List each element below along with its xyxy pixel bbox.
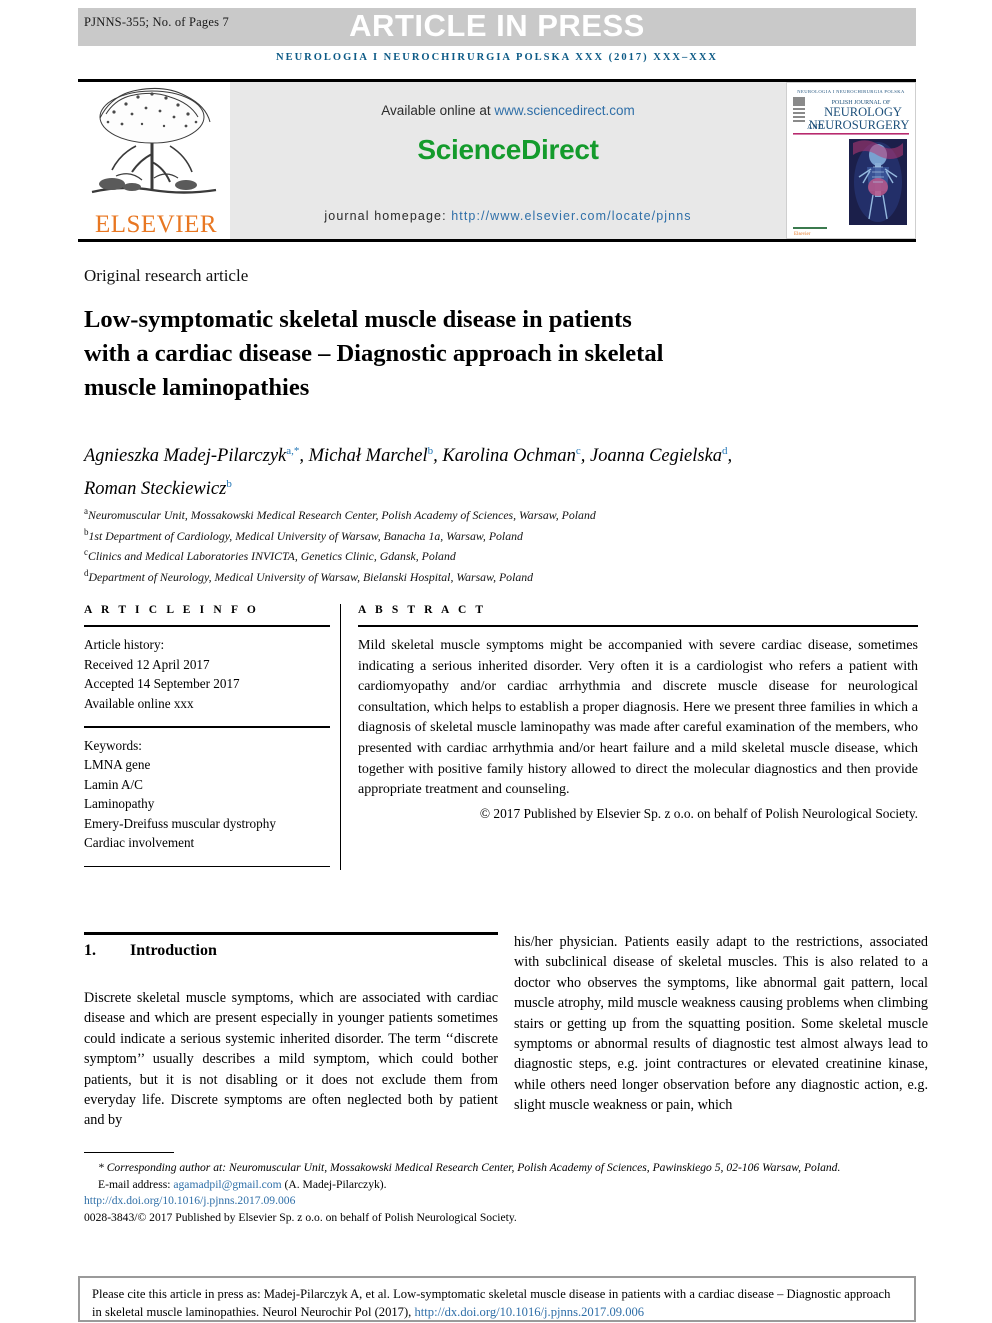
journal-cover-thumbnail: NEUROLOGIA I NEUROCHIRURGIA POLSKA POLIS…: [786, 82, 916, 239]
available-online-date: Available online xxx: [84, 695, 194, 711]
body-column-right: his/her physician. Patients easily adapt…: [514, 934, 928, 1114]
svg-text:Elsevier: Elsevier: [794, 232, 811, 237]
abstract-column: A B S T R A C T Mild skeletal muscle sym…: [358, 604, 918, 824]
journal-running-head: NEUROLOGIA I NEUROCHIRURGIA POLSKA XXX (…: [275, 52, 719, 63]
article-history-label: Article history:: [84, 637, 165, 652]
doi-line[interactable]: http://dx.doi.org/10.1016/j.pjnns.2017.0…: [84, 1193, 924, 1210]
article-in-press-label: ARTICLE IN PRESS: [349, 8, 645, 43]
received-date: Received 12 April 2017: [84, 656, 210, 672]
sciencedirect-url-link[interactable]: www.sciencedirect.com: [494, 103, 634, 118]
affiliation-item: b1st Department of Cardiology, Medical U…: [84, 524, 844, 545]
email-link[interactable]: agamadpil@gmail.com: [173, 1178, 281, 1191]
abstract-copyright: © 2017 Published by Elsevier Sp. z o.o. …: [479, 805, 918, 821]
article-history-block: Article history: Received 12 April 2017 …: [84, 627, 330, 713]
keywords-block: Keywords: LMNA gene Lamin A/C Laminopath…: [84, 728, 330, 853]
author-affiliation-mark: d: [722, 445, 728, 457]
author-affiliation-mark: c: [575, 445, 581, 457]
affiliation-text: 1st Department of Cardiology, Medical Un…: [88, 528, 523, 543]
abstract-text: Mild skeletal muscle symptoms might be a…: [358, 638, 918, 798]
article-type-label: Original research article: [84, 266, 249, 285]
journal-homepage-line: journal homepage: http://www.elsevier.co…: [230, 209, 786, 223]
affiliation-text: Department of Neurology, Medical Univers…: [88, 570, 534, 585]
page-title: Low-symptomatic skeletal muscle disease …: [84, 306, 664, 401]
affiliation-item: dDepartment of Neurology, Medical Univer…: [84, 565, 844, 586]
available-online-line: Available online at www.sciencedirect.co…: [230, 103, 786, 118]
corresponding-author-note: * Corresponding author at: Neuromuscular…: [84, 1160, 924, 1177]
affiliation-item: aNeuromuscular Unit, Mossakowski Medical…: [84, 503, 844, 524]
issn-copyright-line: 0028-3843/© 2017 Published by Elsevier S…: [84, 1210, 517, 1224]
author-affiliation-mark: a,*: [286, 445, 300, 457]
article-info-column: A R T I C L E I N F O Article history: R…: [84, 604, 330, 868]
affiliation-list: aNeuromuscular Unit, Mossakowski Medical…: [84, 503, 844, 586]
corresponding-author-text: Corresponding author at: Neuromuscular U…: [106, 1161, 841, 1174]
section-heading-introduction: 1. Introduction: [84, 942, 217, 960]
citation-doi-link[interactable]: http://dx.doi.org/10.1016/j.pjnns.2017.0…: [414, 1305, 644, 1319]
author-list: Agnieszka Madej-Pilarczyka,*, Michał Mar…: [84, 445, 733, 500]
keyword-item: Lamin A/C: [84, 776, 143, 792]
citation-notice-box: Please cite this article in press as: Ma…: [78, 1276, 916, 1322]
svg-text:NEUROSURGERY: NEUROSURGERY: [809, 118, 910, 132]
email-label: E-mail address:: [98, 1177, 171, 1191]
section-top-rule: [84, 932, 498, 935]
abstract-heading: A B S T R A C T: [358, 604, 487, 616]
author-name: Agnieszka Madej-Pilarczyk: [84, 446, 287, 467]
email-note: E-mail address: agamadpil@gmail.com (A. …: [84, 1177, 924, 1194]
journal-homepage-label: journal homepage:: [324, 209, 447, 223]
author-affiliation-mark: b: [427, 445, 434, 457]
svg-text:NEUROLOGIA I NEUROCHIRURGIA PO: NEUROLOGIA I NEUROCHIRURGIA POLSKA: [797, 89, 905, 94]
section-number: 1.: [84, 942, 96, 959]
elsevier-wordmark: ELSEVIER: [94, 211, 218, 238]
article-first-page: PJNNS-355; No. of Pages 7 ARTICLE IN PRE…: [0, 0, 992, 1323]
keywords-label: Keywords:: [84, 737, 142, 753]
elsevier-logo: ELSEVIER: [78, 82, 230, 239]
masthead-bottom-rule: [78, 239, 916, 242]
journal-homepage-link[interactable]: http://www.elsevier.com/locate/pjnns: [451, 209, 691, 223]
affiliation-text: Clinics and Medical Laboratories INVICTA…: [88, 549, 456, 564]
article-in-press-band: PJNNS-355; No. of Pages 7 ARTICLE IN PRE…: [78, 8, 916, 46]
available-online-label: Available online at: [381, 103, 491, 118]
keyword-item: Laminopathy: [84, 796, 155, 812]
section-title: Introduction: [130, 942, 217, 959]
accepted-date: Accepted 14 September 2017: [84, 676, 240, 691]
author-affiliation-mark: b: [226, 478, 232, 491]
author-name: Joanna Cegielska: [590, 446, 723, 467]
keyword-item: Emery-Dreifuss muscular dystrophy: [84, 815, 276, 831]
journal-cover-image: NEUROLOGIA I NEUROCHIRURGIA POLSKA POLIS…: [787, 83, 915, 238]
footnote-block: * Corresponding author at: Neuromuscular…: [84, 1160, 924, 1226]
affiliation-text: Neuromuscular Unit, Mossakowski Medical …: [88, 507, 596, 522]
svg-text:NEUROLOGY: NEUROLOGY: [824, 105, 902, 119]
keyword-item: Cardiac involvement: [84, 835, 195, 851]
footnote-rule: [84, 1152, 174, 1154]
author-name: Michał Marchel: [308, 446, 428, 467]
author-name: Karolina Ochman: [442, 446, 576, 467]
elsevier-tree-icon: [91, 88, 217, 194]
keyword-item: LMNA gene: [84, 757, 151, 773]
email-owner: (A. Madej-Pilarczyk).: [284, 1177, 387, 1191]
journal-masthead: ELSEVIER Available online at www.science…: [78, 82, 916, 239]
sciencedirect-logo[interactable]: ScienceDirect: [230, 134, 786, 166]
article-info-heading: A R T I C L E I N F O: [84, 604, 259, 616]
body-column-left: Discrete skeletal muscle symptoms, which…: [84, 990, 498, 1129]
sciencedirect-panel: Available online at www.sciencedirect.co…: [230, 82, 786, 239]
affiliation-item: cClinics and Medical Laboratories INVICT…: [84, 544, 844, 565]
asterisk-icon: *: [98, 1161, 104, 1174]
keywords-bottom-rule: [84, 865, 330, 868]
author-name: Roman Steckiewicz: [84, 479, 227, 500]
column-divider: [340, 604, 341, 870]
